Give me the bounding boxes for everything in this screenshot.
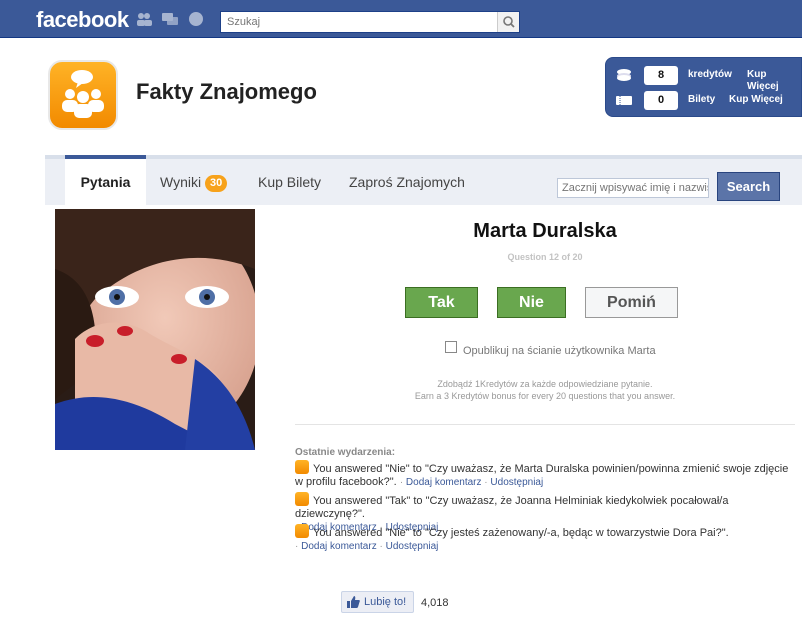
event-item: You answered "Nie" to "Czy uważasz, że M… — [295, 460, 795, 489]
tickets-count: 0 — [644, 91, 678, 110]
tab-zapros-znajomych[interactable]: Zaproś Znajomych — [349, 159, 465, 205]
friend-search-button[interactable]: Search — [717, 172, 780, 201]
messages-icon[interactable] — [162, 12, 178, 26]
earn-credits-info: Zdobądź 1Kredytów za każde odpowiedziane… — [380, 378, 710, 402]
share-link[interactable]: Udostępniaj — [386, 541, 439, 552]
tab-wyniki[interactable]: Wyniki 30 — [160, 159, 228, 205]
publish-to-wall-checkbox[interactable] — [445, 341, 457, 353]
credits-label: kredytów — [688, 69, 732, 80]
notifications-globe-icon[interactable] — [188, 12, 204, 26]
event-text: You answered "Tak" to "Czy uważasz, że J… — [295, 495, 729, 520]
app-logo[interactable] — [48, 60, 118, 130]
earn-info-line-1: Zdobądź 1Kredytów za każde odpowiedziane… — [437, 379, 653, 389]
app-event-icon — [295, 524, 309, 538]
people-group-icon — [62, 70, 104, 118]
friend-profile-photo — [55, 209, 255, 450]
credits-coins-icon — [617, 69, 631, 81]
tickets-row: 0 Bilety Kup Więcej — [614, 91, 802, 111]
ticket-icon — [616, 96, 632, 105]
global-search-box — [220, 11, 520, 33]
tab-wyniki-label: Wyniki — [160, 174, 202, 190]
friend-search-input[interactable] — [557, 178, 709, 198]
app-event-icon — [295, 460, 309, 474]
credits-count: 8 — [644, 66, 678, 85]
search-button[interactable] — [497, 12, 519, 32]
buy-credits-link[interactable]: Kup Więcej — [747, 69, 797, 93]
recent-events-title: Ostatnie wydarzenia: — [295, 447, 396, 458]
skip-button[interactable]: Pomiń — [585, 287, 678, 318]
friend-requests-icon[interactable] — [136, 12, 152, 26]
credits-box: 8 kredytów Kup Więcej 0 Bilety Kup Więce… — [605, 57, 802, 117]
credits-row: 8 kredytów Kup Więcej — [614, 66, 802, 92]
earn-info-line-2: Earn a 3 Kredytów bonus for every 20 que… — [414, 391, 676, 401]
tab-pytania[interactable]: Pytania — [65, 155, 146, 205]
friend-name: Marta Duralska — [473, 220, 617, 242]
thumbs-up-icon — [347, 596, 360, 608]
buy-tickets-link[interactable]: Kup Więcej — [729, 94, 783, 105]
tickets-label: Bilety — [688, 94, 716, 105]
like-button[interactable]: Lubię to! — [341, 591, 414, 613]
question-progress: Question 12 of 20 — [507, 252, 583, 262]
publish-to-wall-label: Opublikuj na ścianie użytkownika Marta — [463, 345, 656, 357]
event-item: You answered "Nie" to "Czy jesteś zażeno… — [295, 524, 795, 553]
section-divider — [295, 424, 795, 425]
share-link[interactable]: Udostępniaj — [490, 477, 543, 488]
search-icon — [503, 16, 515, 28]
facebook-logo[interactable]: facebook — [36, 7, 129, 33]
facebook-top-bar: facebook — [0, 0, 802, 38]
add-comment-link[interactable]: Dodaj komentarz — [406, 477, 482, 488]
like-button-label: Lubię to! — [364, 596, 407, 608]
like-count: 4,018 — [421, 597, 449, 609]
results-count-badge: 30 — [205, 175, 228, 192]
app-title: Fakty Znajomego — [136, 79, 317, 104]
global-search-input[interactable] — [221, 12, 497, 32]
event-text: You answered "Nie" to "Czy jesteś zażeno… — [313, 527, 729, 539]
add-comment-link[interactable]: Dodaj komentarz — [301, 541, 377, 552]
answer-yes-button[interactable]: Tak — [405, 287, 478, 318]
app-tab-bar: Pytania Wyniki 30 Kup Bilety Zaproś Znaj… — [45, 155, 802, 205]
tab-kup-bilety[interactable]: Kup Bilety — [258, 159, 321, 205]
answer-no-button[interactable]: Nie — [497, 287, 566, 318]
friend-photo-image — [55, 209, 255, 450]
app-event-icon — [295, 492, 309, 506]
